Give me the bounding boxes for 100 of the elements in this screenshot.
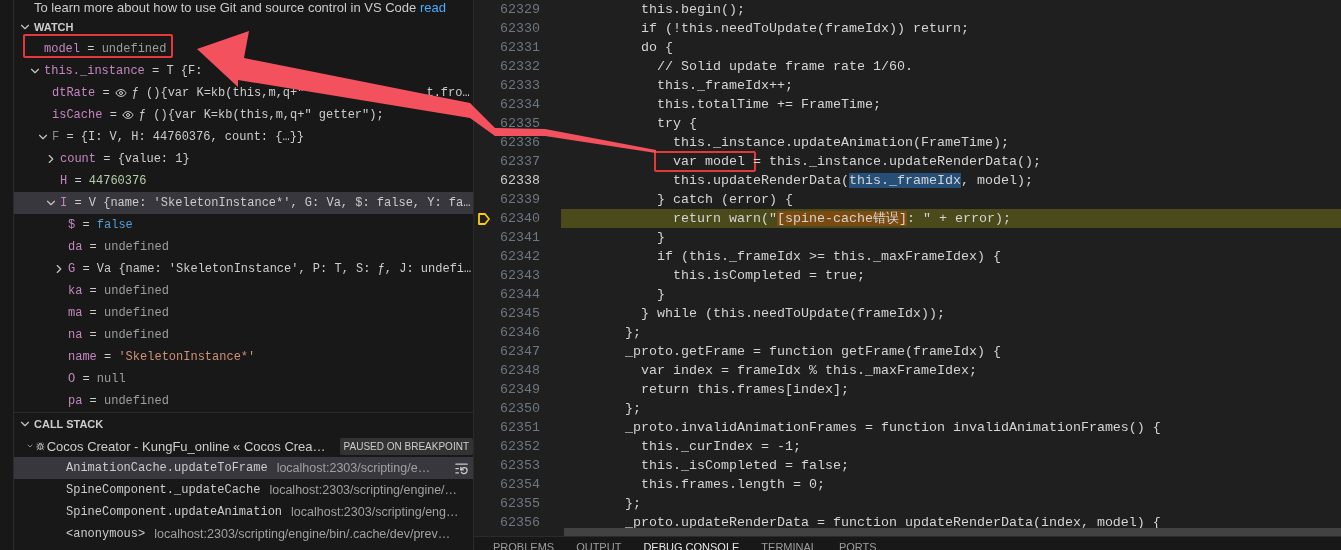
line-number: 62332: [499, 59, 540, 74]
watch-expression: pa = undefined: [68, 394, 169, 408]
read-link[interactable]: read: [419, 0, 446, 15]
code-line: this.totalTime += FrameTime;: [655, 97, 881, 112]
frame-name: AnimationCache.updateToFrame: [66, 461, 268, 475]
line-number: 62336: [499, 135, 540, 150]
watch-name: dtRate =: [52, 86, 110, 100]
watch-row[interactable]: ka = undefined: [14, 280, 170, 302]
code-line: }: [655, 230, 665, 245]
watch-expression: ma = undefined: [68, 306, 169, 320]
stack-frame[interactable]: SpineComponent.updateAnimation localhost:2303/scripting/eng…: [14, 501, 473, 523]
watch-expression: O = null: [68, 372, 126, 386]
line-number: 62333: [499, 78, 540, 93]
watch-expression: ka = undefined: [68, 284, 169, 298]
code-line: };: [624, 325, 641, 340]
watch-row[interactable]: ma = undefined: [14, 302, 170, 324]
code-line: };: [624, 496, 641, 511]
watch-expression: H = 44760376: [60, 174, 147, 188]
line-number: 62344: [499, 287, 540, 302]
frame-name: SpineComponent._updateCache: [66, 483, 261, 497]
watch-expression: name = 'SkeletonInstance*': [68, 350, 256, 364]
watch-row[interactable]: name = 'SkeletonInstance*': [14, 346, 257, 368]
watch-expression: G = Va {name: 'SkeletonInstance', P: T, S: ƒ, J: undefi…: [68, 262, 472, 276]
line-number: 62341: [499, 230, 540, 245]
watch-row[interactable]: da = undefined: [14, 236, 170, 258]
stack-frame[interactable]: <anonymous> localhost:2303/scripting/engine/bin/.cache/dev/prev…: [14, 523, 473, 545]
watch-expression: I = V {name: 'SkeletonInstance*', G: Va, $: false, Y: fa…: [60, 196, 471, 210]
frame-location: localhost:2303/scripting/engine/…: [269, 483, 458, 497]
watch-row[interactable]: isCache = ƒ (){var K=kb(this,m,q+" getter");: [14, 104, 385, 126]
frame-location: localhost:2303/scripting/engine/bin/.cache/dev/prev…: [154, 527, 451, 541]
line-number: 62354: [499, 477, 540, 492]
code-line: return this.frames[index];: [639, 382, 849, 397]
line-number: 62355: [499, 496, 540, 511]
watch-row[interactable]: model = undefined: [14, 38, 168, 60]
line-number: 62340: [499, 211, 540, 226]
list-restart-icon[interactable]: [454, 460, 469, 476]
watch-value: t.fro…: [426, 86, 470, 100]
frame-location: localhost:2303/scripting/e…: [276, 461, 431, 475]
watch-expression: F = {I: V, H: 44760376, count: {…}}: [52, 130, 305, 144]
watch-row[interactable]: I = V {name: 'SkeletonInstance*', G: Va, $: false, Y: fa…: [14, 192, 473, 214]
watch-expression: model = undefined: [44, 42, 167, 56]
frame-name: <anonymous>: [66, 527, 146, 541]
line-number: 62329: [499, 2, 540, 17]
watch-expression: da = undefined: [68, 240, 169, 254]
code-line: // Solid update frame rate 1/60.: [655, 59, 913, 74]
eye-icon[interactable]: [121, 109, 134, 121]
line-number: 62338: [499, 173, 540, 188]
line-number: 62342: [499, 249, 540, 264]
line-number: 62345: [499, 306, 540, 321]
code-line: _proto.getFrame = function getFrame(frameIdx) {: [624, 344, 1001, 359]
watch-expression: $ = false: [68, 218, 133, 232]
code-line: }: [655, 287, 665, 302]
code-line: this.updateRenderData(this._frameIdx, model);: [671, 173, 1033, 188]
frame-name: SpineComponent.updateAnimation: [66, 505, 283, 519]
code-line: } catch (error) {: [655, 192, 793, 207]
watch-row[interactable]: pa = undefined: [14, 390, 170, 412]
source-control-note: To learn more about how to use Git and source control in VS Code read: [33, 0, 447, 16]
scrollbar[interactable]: [564, 528, 1341, 536]
session-name[interactable]: Cocos Creator - KungFu_online « Cocos Crea…: [46, 438, 326, 454]
line-number: 62346: [499, 325, 540, 340]
watch-expression: count = {value: 1}: [60, 152, 190, 166]
line-number: 62356: [499, 515, 540, 530]
code-line: this._curIndex = -1;: [639, 439, 801, 454]
code-line: _proto.invalidAnimationFrames = function invalidAnimationFrames() {: [624, 420, 1161, 435]
line-number: 62339: [499, 192, 540, 207]
watch-row[interactable]: F = {I: V, H: 44760376, count: {…}}: [14, 126, 306, 148]
line-number: 62331: [499, 40, 540, 55]
line-number: 62334: [499, 97, 540, 112]
code-line: var index = frameIdx % this._maxFrameIdex;: [639, 363, 977, 378]
stack-frame[interactable]: SpineComponent._updateCache localhost:2303/scripting/engine/…: [14, 479, 473, 501]
line-number: 62349: [499, 382, 540, 397]
code-line: if (this._frameIdx >= this._maxFrameIdex) {: [655, 249, 1001, 264]
section-title[interactable]: WATCH: [34, 21, 74, 33]
watch-row[interactable]: dtRate = ƒ (){var K=kb(this,m,q+" t.fro…: [14, 82, 471, 104]
line-number: 62335: [499, 116, 540, 131]
watch-expression: na = undefined: [68, 328, 169, 342]
watch-row[interactable]: this._instance = T {F:: [14, 60, 204, 82]
watch-row[interactable]: H = 44760376: [14, 170, 148, 192]
line-number: 62350: [499, 401, 540, 416]
code-line: this._instance.updateAnimation(FrameTime);: [671, 135, 1009, 150]
stack-frame[interactable]: AnimationCache.updateToFrame localhost:2303/scripting/e…: [14, 457, 473, 479]
watch-row[interactable]: O = null: [14, 368, 127, 390]
frame-location: localhost:2303/scripting/eng…: [291, 505, 459, 519]
watch-row[interactable]: $ = false: [14, 214, 134, 236]
section-title[interactable]: CALL STACK: [34, 418, 104, 430]
code-line: do {: [639, 40, 673, 55]
watch-row[interactable]: na = undefined: [14, 324, 170, 346]
code-line: this.begin();: [639, 2, 745, 17]
watch-row[interactable]: count = {value: 1}: [14, 148, 191, 170]
line-number: 62347: [499, 344, 540, 359]
watch-value: ƒ (){var K=kb(this,m,q+": [131, 86, 305, 100]
line-number: 62348: [499, 363, 540, 378]
eye-icon[interactable]: [114, 87, 127, 99]
code-line: };: [624, 401, 641, 416]
status-badge: PAUSED ON BREAKPOINT: [339, 437, 473, 455]
code-line: this._isCompleted = false;: [639, 458, 849, 473]
watch-row[interactable]: G = Va {name: 'SkeletonInstance', P: T, S: ƒ, J: undefi…: [14, 258, 473, 280]
code-line: this.isCompleted = true;: [671, 268, 865, 283]
watch-expression: this._instance = T {F:: [44, 64, 203, 78]
line-number: 62353: [499, 458, 540, 473]
